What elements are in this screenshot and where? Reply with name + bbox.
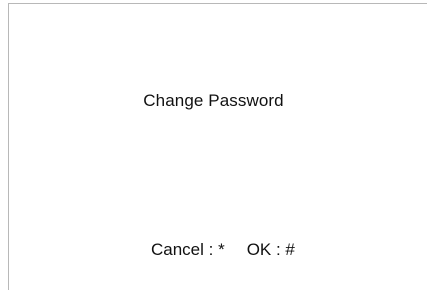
dialog-title: Change Password xyxy=(143,91,284,110)
screen-border-top xyxy=(8,3,427,4)
cancel-softkey[interactable]: Cancel : * xyxy=(151,239,225,261)
change-password-screen: Change Password Cancel : * OK : # xyxy=(0,0,427,290)
ok-softkey[interactable]: OK : # xyxy=(247,239,295,261)
softkey-bar: Cancel : * OK : # xyxy=(0,217,427,283)
